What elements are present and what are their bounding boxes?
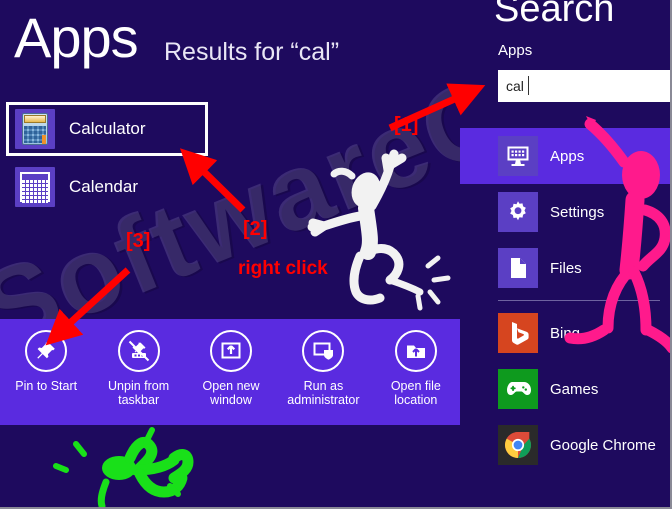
search-scope-settings[interactable]: Settings [460, 184, 670, 240]
appbar-command-pin-to-start[interactable]: Pin to Start [0, 319, 92, 425]
bing-icon [498, 313, 538, 353]
appbar-command-open-file-location[interactable]: Open file location [370, 319, 462, 425]
calendar-icon [15, 167, 55, 207]
windows8-apps-search-screen: SoftwareOK Apps Results for “cal” Calcul… [0, 0, 672, 509]
search-results-pane: Apps Results for “cal” Calculator Calend… [0, 0, 462, 507]
appbar-command-label: Open file location [390, 379, 441, 407]
pin-icon [25, 330, 68, 372]
search-scope-label: Bing [550, 324, 581, 342]
result-item-calendar[interactable]: Calendar [6, 160, 208, 214]
search-scope-files[interactable]: Files [460, 240, 670, 296]
annotation-marker-3: [3] [126, 230, 151, 252]
results-for-label: Results for “cal” [164, 38, 340, 66]
file-icon [498, 248, 538, 288]
appbar-command-run-as-administrator[interactable]: Run as administrator [277, 319, 369, 425]
search-scope-label: Files [550, 259, 582, 277]
search-charm-panel: Search Apps cal Apps Settings Files Bing… [460, 0, 670, 507]
appbar-command-label: Run as administrator [287, 379, 360, 407]
run-as-administrator-icon [302, 330, 345, 372]
result-item-calculator[interactable]: Calculator [6, 102, 208, 156]
appbar-command-unpin-from-taskbar[interactable]: Unpin from taskbar [92, 319, 184, 425]
search-scope-bing[interactable]: Bing [460, 305, 670, 361]
search-scope-apps[interactable]: Apps [460, 128, 670, 184]
search-scope-label: Settings [550, 203, 605, 221]
app-bar: Pin to Start Unpin from taskbar Open new… [0, 319, 462, 425]
result-item-label: Calculator [69, 119, 146, 138]
annotation-marker-1: [1] [394, 114, 419, 136]
appbar-command-open-new-window[interactable]: Open new window [185, 319, 277, 425]
search-scope-games[interactable]: Games [460, 361, 670, 417]
search-scope-label: Apps [550, 147, 585, 165]
calculator-icon [15, 109, 55, 149]
result-item-label: Calendar [69, 177, 138, 196]
gamepad-icon [498, 369, 538, 409]
search-scope-label: Apps [498, 42, 533, 59]
search-scope-label: Google Chrome [550, 436, 656, 454]
unpin-taskbar-icon [117, 330, 160, 372]
divider [498, 300, 660, 301]
text-caret [528, 76, 529, 95]
appbar-command-label: Pin to Start [15, 379, 78, 393]
appbar-command-label: Open new window [202, 379, 260, 407]
open-new-window-icon [210, 330, 253, 372]
annotation-right-click-label: right click [238, 258, 328, 279]
gear-icon [498, 192, 538, 232]
search-scope-google-chrome[interactable]: Google Chrome [460, 417, 670, 473]
search-input[interactable] [498, 70, 670, 102]
chrome-icon [498, 425, 538, 465]
open-file-location-icon [394, 330, 437, 372]
search-scope-list: Apps Settings Files Bing Games Google Ch… [460, 128, 670, 473]
appbar-command-label: Unpin from taskbar [108, 379, 170, 407]
annotation-marker-2: [2] [243, 218, 268, 240]
search-charm-title: Search [494, 0, 615, 30]
apps-icon [498, 136, 538, 176]
page-title: Apps [14, 6, 139, 69]
search-scope-label: Games [550, 380, 599, 398]
